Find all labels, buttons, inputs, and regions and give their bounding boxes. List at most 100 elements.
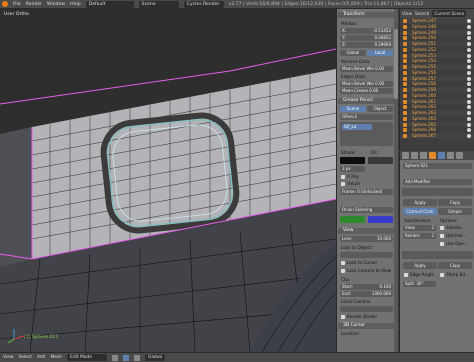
subsurf-render-levels[interactable]: Render: 2 bbox=[403, 233, 436, 239]
render-border-checkbox[interactable] bbox=[341, 315, 345, 319]
eye-icon[interactable] bbox=[467, 70, 471, 75]
local-toggle[interactable]: Local bbox=[367, 50, 393, 56]
material-tab[interactable] bbox=[456, 152, 463, 159]
mean-bevel-weight-vertex[interactable]: Mean Bevel Wei 0.00 bbox=[340, 66, 393, 72]
eye-icon[interactable] bbox=[467, 88, 471, 92]
eye-icon[interactable] bbox=[467, 82, 471, 87]
eye-icon[interactable] bbox=[467, 122, 471, 127]
gp-scene-toggle[interactable]: Scene bbox=[340, 106, 366, 112]
mod2-copy-button[interactable]: Copy bbox=[438, 262, 472, 269]
outliner[interactable]: View Search Current Scene Sphere.247 Sphe… bbox=[399, 9, 474, 150]
render-tab[interactable] bbox=[402, 152, 409, 159]
subsurf-view-levels[interactable]: View: 2 bbox=[403, 225, 436, 231]
properties-editor[interactable]: Sphere.021 Add Modifier Apply Copy Catmu… bbox=[399, 151, 474, 352]
onion-skinning-toggle[interactable]: Onion Skinning bbox=[340, 207, 393, 213]
3d-viewport[interactable]: User Ortho (1) Sphere.021 bbox=[0, 9, 336, 352]
edgesplit-modifier-header[interactable] bbox=[402, 251, 473, 259]
global-toggle[interactable]: Global bbox=[340, 50, 366, 56]
render-engine-select[interactable]: Cycles Render bbox=[183, 0, 224, 8]
mean-crease-field[interactable]: Mean Crease 0.00 bbox=[340, 88, 393, 94]
3d-cursor-header[interactable]: 3D Cursor bbox=[338, 323, 394, 329]
transform-header[interactable]: Transform bbox=[338, 12, 394, 18]
volumetric-checkbox[interactable] bbox=[341, 182, 345, 186]
clip-end-field[interactable]: End: 1000.000 bbox=[340, 291, 393, 297]
median-z-field[interactable]: Z: 0.29669 bbox=[340, 42, 393, 48]
eye-icon[interactable] bbox=[467, 30, 471, 35]
object-name-field[interactable]: Sphere.021 bbox=[403, 163, 472, 169]
stroke-thickness[interactable]: 3 px bbox=[340, 166, 365, 172]
mesh-icon[interactable] bbox=[447, 152, 454, 159]
grease-pencil-header[interactable]: Grease Pencil bbox=[338, 98, 394, 104]
mod1-copy-button[interactable]: Copy bbox=[438, 199, 472, 206]
lock-cursor-checkbox[interactable] bbox=[341, 261, 345, 265]
mesh-menu[interactable]: Mesh bbox=[50, 355, 62, 360]
view-menu[interactable]: View bbox=[3, 355, 13, 360]
onion-before-swatch[interactable] bbox=[340, 216, 365, 223]
scene-select[interactable]: Scene bbox=[138, 0, 179, 8]
use-opensubdiv-checkbox[interactable] bbox=[440, 242, 444, 246]
eye-icon[interactable] bbox=[467, 116, 471, 121]
gp-object-toggle[interactable]: Object bbox=[367, 106, 393, 112]
sharp-edges-checkbox[interactable] bbox=[440, 273, 444, 277]
local-camera-field[interactable] bbox=[340, 306, 393, 312]
select-menu[interactable]: Select bbox=[18, 355, 32, 360]
menu-help[interactable]: Help bbox=[70, 2, 80, 7]
menu-render[interactable]: Render bbox=[26, 2, 42, 7]
face-select-icon[interactable] bbox=[134, 354, 141, 361]
eye-icon[interactable] bbox=[467, 134, 471, 138]
split-angle-field[interactable]: Split: 30° bbox=[403, 281, 436, 287]
world-tab[interactable] bbox=[420, 152, 427, 159]
menu-window[interactable]: Window bbox=[47, 2, 65, 7]
screen-layout-select[interactable]: Default bbox=[85, 0, 134, 8]
mode-select[interactable]: Edit Mode bbox=[67, 354, 108, 361]
lock-object-field[interactable] bbox=[340, 252, 393, 258]
x-ray-checkbox[interactable] bbox=[341, 175, 345, 179]
outliner-search-menu[interactable]: Search bbox=[415, 11, 429, 16]
transform-orientation-select[interactable]: Global bbox=[145, 354, 166, 361]
gp-layer-item[interactable]: GP_La bbox=[342, 124, 372, 130]
stroke-color-swatch[interactable] bbox=[340, 157, 365, 164]
mean-bevel-weight-edge[interactable]: Mean Bevel Wei 0.00 bbox=[340, 81, 393, 87]
clip-start-field[interactable]: Start: 0.100 bbox=[340, 284, 393, 290]
vertex-select-icon[interactable] bbox=[112, 354, 119, 361]
gpencil-datablock[interactable]: GPencil bbox=[340, 114, 393, 120]
median-x-field[interactable]: X: -0.51452 bbox=[340, 28, 393, 34]
mod2-apply-button[interactable]: Apply bbox=[403, 262, 437, 269]
mod1-apply-button[interactable]: Apply bbox=[403, 199, 437, 206]
eye-icon[interactable] bbox=[467, 105, 471, 110]
blender-logo-icon[interactable] bbox=[2, 1, 8, 7]
add-menu[interactable]: Add bbox=[37, 355, 46, 360]
add-modifier-dropdown[interactable]: Add Modifier bbox=[403, 179, 472, 185]
outliner-view-menu[interactable]: View bbox=[402, 11, 412, 16]
outliner-item[interactable]: Sphere.267 bbox=[400, 133, 474, 139]
lock-camera-checkbox[interactable] bbox=[341, 269, 345, 273]
subdivide-uvs-checkbox[interactable] bbox=[440, 226, 444, 230]
simple-toggle[interactable]: Simple bbox=[438, 208, 472, 215]
properties-shelf[interactable]: Transform Median: X: -0.51452 Y: 0.06852 Z… bbox=[336, 9, 398, 352]
eye-icon[interactable] bbox=[467, 93, 471, 98]
properties-shelf-scrollbar[interactable] bbox=[394, 9, 398, 352]
object-tab[interactable] bbox=[429, 152, 436, 159]
eye-icon[interactable] bbox=[467, 53, 471, 58]
eye-icon[interactable] bbox=[467, 24, 471, 29]
catmull-clark-toggle[interactable]: Catmull-Clark bbox=[403, 208, 437, 215]
eye-icon[interactable] bbox=[467, 59, 471, 64]
edge-angle-checkbox[interactable] bbox=[404, 273, 408, 277]
eye-icon[interactable] bbox=[467, 47, 471, 52]
median-y-field[interactable]: Y: 0.06852 bbox=[340, 35, 393, 41]
optimal-display-checkbox[interactable] bbox=[440, 234, 444, 238]
eye-icon[interactable] bbox=[467, 128, 471, 133]
scene-tab[interactable] bbox=[411, 152, 418, 159]
subsurf-modifier-header[interactable] bbox=[402, 188, 473, 196]
outliner-filter-select[interactable]: Current Scene bbox=[432, 10, 467, 17]
wrench-icon[interactable] bbox=[438, 152, 445, 159]
edge-select-icon[interactable] bbox=[123, 354, 130, 361]
eye-icon[interactable] bbox=[467, 36, 471, 41]
eye-icon[interactable] bbox=[467, 65, 471, 69]
eye-icon[interactable] bbox=[467, 76, 471, 81]
onion-after-swatch[interactable] bbox=[368, 216, 393, 223]
lens-field[interactable]: Lens: 35.000 bbox=[340, 236, 393, 242]
fill-color-swatch[interactable] bbox=[368, 157, 393, 164]
eye-icon[interactable] bbox=[467, 111, 471, 115]
eye-icon[interactable] bbox=[467, 19, 471, 23]
